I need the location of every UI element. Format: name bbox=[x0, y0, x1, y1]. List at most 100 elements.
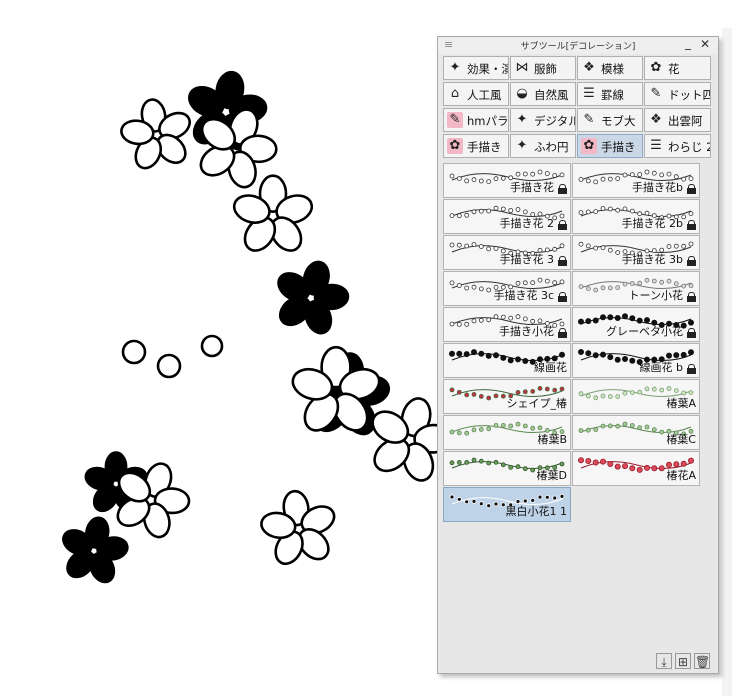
preview-dot bbox=[471, 457, 477, 463]
subtool-item[interactable]: グレーベタ小花 bbox=[572, 307, 700, 342]
panel-titlebar[interactable]: ≡ サブツール[デコレーション] _ ✕ bbox=[438, 36, 718, 54]
subtool-group-button[interactable]: ✦ 効果・演 bbox=[443, 56, 509, 80]
subtool-group-button[interactable]: ✎ hmパラ bbox=[443, 108, 509, 132]
preview-dot bbox=[471, 318, 477, 324]
preview-dot bbox=[644, 464, 651, 471]
subtool-item[interactable]: 手描き花 3b bbox=[572, 235, 700, 270]
preview-dot bbox=[559, 213, 565, 219]
subtool-item[interactable]: 手描き花 3 bbox=[443, 235, 571, 270]
subtool-item-name: 黒白小花1 1 bbox=[505, 505, 568, 518]
preview-dot bbox=[500, 354, 507, 361]
preview-dot bbox=[537, 494, 543, 500]
subtool-group-button[interactable]: ✎ ドット四 bbox=[644, 82, 711, 106]
preview-dot bbox=[607, 314, 614, 321]
preview-dot bbox=[659, 279, 665, 285]
close-icon[interactable]: ✕ bbox=[700, 37, 710, 51]
subtool-group-button[interactable]: ✿ 花 bbox=[644, 56, 711, 80]
preview-dot bbox=[593, 245, 599, 251]
preview-dot bbox=[659, 387, 665, 393]
subtool-item[interactable]: 線画花 bbox=[443, 343, 571, 378]
preview-dot bbox=[478, 208, 484, 214]
preview-dot bbox=[449, 242, 455, 248]
subtool-item[interactable]: 椿葉D bbox=[443, 451, 571, 486]
circle-drawing bbox=[200, 334, 224, 358]
subtool-item-name: 手描き小花 bbox=[499, 325, 554, 338]
canvas-edge bbox=[722, 28, 732, 696]
subtool-group-label: 手描き bbox=[467, 140, 502, 154]
preview-dot bbox=[666, 386, 672, 391]
subtool-group-label: 花 bbox=[668, 62, 680, 76]
preview-dot bbox=[688, 241, 694, 247]
subtool-group-button[interactable]: ✦ ふわ円 bbox=[510, 134, 576, 158]
subtool-item[interactable]: 手描き小花 bbox=[443, 307, 571, 342]
preview-dot bbox=[637, 172, 643, 177]
subtool-group-button[interactable]: ⋈ 服飾 bbox=[510, 56, 576, 80]
subtool-group-button[interactable]: ✦ デジタル bbox=[510, 108, 576, 132]
preview-dot bbox=[615, 285, 621, 291]
preview-dot bbox=[607, 461, 614, 467]
subtool-item-name: グレーベタ小花 bbox=[606, 325, 683, 338]
subtool-item-name: 椿葉A bbox=[666, 397, 696, 410]
lock-icon bbox=[558, 328, 567, 338]
subtool-item[interactable]: 椿葉C bbox=[572, 415, 700, 450]
preview-dot bbox=[585, 427, 591, 433]
subtool-item[interactable]: 椿葉A bbox=[572, 379, 700, 414]
preview-dot bbox=[456, 176, 462, 182]
preview-dot bbox=[622, 463, 629, 470]
subtool-item[interactable]: 手描き花b bbox=[572, 163, 700, 198]
subtool-item[interactable]: トーン小花 bbox=[572, 271, 700, 306]
preview-dot bbox=[629, 315, 636, 322]
subtool-item[interactable]: シェイプ_椿 bbox=[443, 379, 571, 414]
preview-dot bbox=[600, 423, 606, 429]
subtool-item[interactable]: 線画花 b bbox=[572, 343, 700, 378]
subtool-item-name: 手描き花 3b bbox=[621, 253, 683, 266]
trash-icon[interactable]: 🗑 bbox=[694, 653, 710, 669]
subtool-item[interactable]: 椿葉B bbox=[443, 415, 571, 450]
subtool-group-button[interactable]: ✿ 手描き bbox=[577, 134, 643, 158]
subtool-item[interactable]: 黒白小花1 1 bbox=[443, 487, 571, 522]
minimize-icon[interactable]: _ bbox=[685, 36, 691, 50]
subtool-group-button[interactable]: ✿ 手描き bbox=[443, 134, 509, 158]
preview-dot bbox=[456, 389, 462, 395]
subtool-group-button[interactable]: ☰ 罫線 bbox=[577, 82, 643, 106]
preview-dot bbox=[508, 464, 514, 470]
preview-dot bbox=[486, 503, 492, 509]
subtool-item[interactable]: 手描き花 2b bbox=[572, 199, 700, 234]
subtool-group-label: わらじ 2 bbox=[668, 140, 711, 154]
preview-dot bbox=[585, 286, 591, 292]
bow-icon: ⋈ bbox=[515, 60, 529, 75]
add-icon[interactable]: ⊞ bbox=[675, 653, 691, 669]
preview-dot bbox=[515, 464, 521, 470]
subtool-group-button[interactable]: ☰ わらじ 2 bbox=[644, 134, 711, 158]
lock-icon bbox=[687, 184, 696, 194]
subtool-item-name: 椿葉B bbox=[537, 433, 567, 446]
rock-icon: ◒ bbox=[516, 86, 528, 101]
lock-icon bbox=[687, 256, 696, 266]
preview-dot bbox=[537, 386, 543, 391]
preview-dot bbox=[651, 427, 657, 433]
preview-dot bbox=[463, 351, 470, 358]
subtool-item-name: トーン小花 bbox=[628, 289, 683, 302]
subtool-item[interactable]: 手描き花 bbox=[443, 163, 571, 198]
preview-dot bbox=[522, 280, 528, 286]
preview-dot bbox=[544, 171, 550, 176]
subtool-group-button[interactable]: ❖ 模様 bbox=[577, 56, 643, 80]
subtool-group-button[interactable]: ⌂ 人工風 bbox=[443, 82, 509, 106]
flower-pink-icon: ✿ bbox=[581, 138, 597, 154]
subtool-group-button[interactable]: ◒ 自然風 bbox=[510, 82, 576, 106]
preview-dot bbox=[637, 425, 643, 431]
subtool-item[interactable]: 手描き花 2 bbox=[443, 199, 571, 234]
preview-dot bbox=[471, 284, 477, 290]
pen-icon: ✎ bbox=[583, 112, 595, 127]
preview-dot bbox=[585, 393, 591, 399]
subtool-item[interactable]: 椿花A bbox=[572, 451, 700, 486]
subtool-group-button[interactable]: ✎ モブ大 bbox=[577, 108, 643, 132]
preview-dot bbox=[449, 494, 455, 500]
subtool-item[interactable]: 手描き花 3c bbox=[443, 271, 571, 306]
download-icon[interactable]: ⤓ bbox=[656, 653, 672, 669]
preview-dot bbox=[544, 386, 550, 392]
preview-dot bbox=[559, 351, 566, 358]
preview-dot bbox=[485, 352, 492, 359]
pattern-icon: ❖ bbox=[650, 112, 662, 127]
subtool-group-button[interactable]: ❖ 出雲阿 bbox=[644, 108, 711, 132]
